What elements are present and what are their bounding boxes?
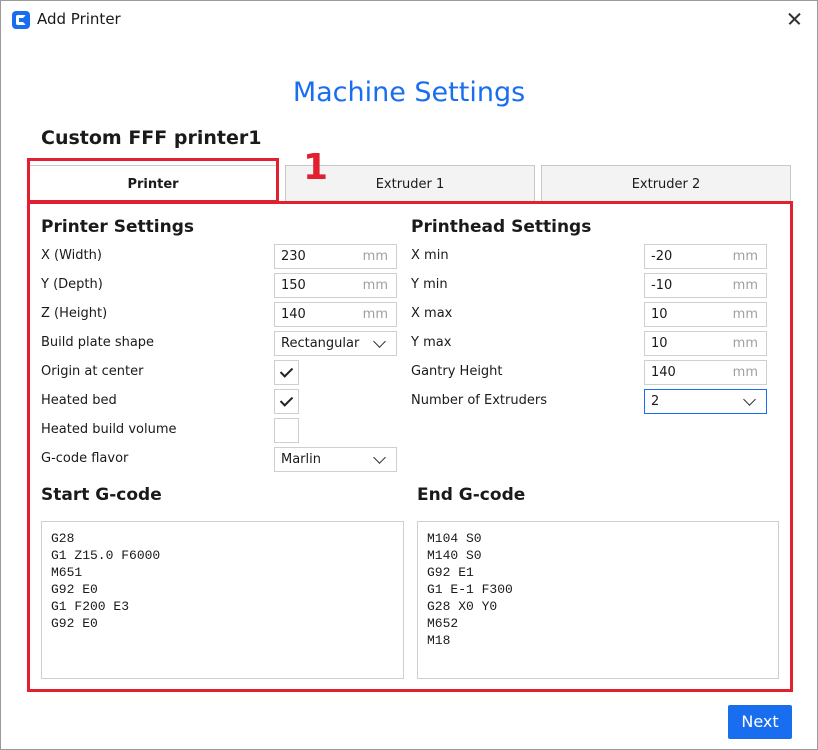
z-height-value: 140 bbox=[281, 307, 306, 322]
heated-bed-checkbox[interactable] bbox=[274, 389, 299, 414]
y-max-value: 10 bbox=[651, 336, 668, 351]
chevron-down-icon bbox=[373, 335, 386, 348]
build-plate-shape-value: Rectangular bbox=[281, 336, 360, 351]
gcode-flavor-select[interactable]: Marlin bbox=[274, 447, 397, 472]
window-title: Add Printer bbox=[37, 10, 121, 28]
printhead-settings-title: Printhead Settings bbox=[411, 217, 592, 237]
z-height-input[interactable]: 140 mm bbox=[274, 302, 397, 327]
x-max-input[interactable]: 10 mm bbox=[644, 302, 767, 327]
checkmark-icon bbox=[279, 393, 294, 407]
x-max-value: 10 bbox=[651, 307, 668, 322]
gantry-height-input[interactable]: 140 mm bbox=[644, 360, 767, 385]
next-button[interactable]: Next bbox=[728, 705, 792, 739]
y-min-label: Y min bbox=[411, 277, 448, 292]
app-logo-icon bbox=[12, 11, 30, 29]
title-bar: Add Printer bbox=[1, 1, 817, 39]
y-max-input[interactable]: 10 mm bbox=[644, 331, 767, 356]
x-max-label: X max bbox=[411, 306, 453, 321]
y-depth-value: 150 bbox=[281, 278, 306, 293]
start-gcode-editor[interactable]: G28 G1 Z15.0 F6000 M651 G92 E0 G1 F200 E… bbox=[41, 521, 404, 679]
end-gcode-title: End G-code bbox=[417, 485, 526, 505]
gcode-flavor-value: Marlin bbox=[281, 452, 321, 467]
number-of-extruders-value: 2 bbox=[651, 394, 660, 409]
y-depth-label: Y (Depth) bbox=[41, 277, 103, 292]
chevron-down-icon bbox=[373, 451, 386, 464]
x-min-value: -20 bbox=[651, 249, 673, 264]
y-depth-input[interactable]: 150 mm bbox=[274, 273, 397, 298]
number-of-extruders-select[interactable]: 2 bbox=[644, 389, 767, 414]
x-max-unit: mm bbox=[732, 307, 758, 322]
chevron-down-icon bbox=[743, 393, 756, 406]
x-width-label: X (Width) bbox=[41, 248, 102, 263]
y-depth-unit: mm bbox=[362, 278, 388, 293]
add-printer-dialog: Add Printer Machine Settings Custom FFF … bbox=[0, 0, 818, 750]
gantry-height-label: Gantry Height bbox=[411, 364, 503, 379]
y-max-label: Y max bbox=[411, 335, 452, 350]
gantry-height-value: 140 bbox=[651, 365, 676, 380]
x-min-label: X min bbox=[411, 248, 449, 263]
page-title: Machine Settings bbox=[292, 77, 526, 108]
tab-extruder-2[interactable]: Extruder 2 bbox=[541, 165, 791, 202]
gantry-height-unit: mm bbox=[732, 365, 758, 380]
origin-at-center-checkbox[interactable] bbox=[274, 360, 299, 385]
gcode-flavor-label: G-code flavor bbox=[41, 451, 129, 466]
callout-number: 1 bbox=[303, 147, 329, 188]
origin-at-center-label: Origin at center bbox=[41, 364, 144, 379]
number-of-extruders-label: Number of Extruders bbox=[411, 393, 547, 408]
heated-bed-label: Heated bed bbox=[41, 393, 117, 408]
printer-settings-title: Printer Settings bbox=[41, 217, 194, 237]
x-min-unit: mm bbox=[732, 249, 758, 264]
heated-build-volume-checkbox[interactable] bbox=[274, 418, 299, 443]
x-width-unit: mm bbox=[362, 249, 388, 264]
z-height-label: Z (Height) bbox=[41, 306, 108, 321]
tab-printer[interactable]: Printer bbox=[29, 165, 277, 202]
start-gcode-title: Start G-code bbox=[41, 485, 162, 505]
z-height-unit: mm bbox=[362, 307, 388, 322]
build-plate-shape-select[interactable]: Rectangular bbox=[274, 331, 397, 356]
y-max-unit: mm bbox=[732, 336, 758, 351]
heated-build-volume-label: Heated build volume bbox=[41, 422, 177, 437]
y-min-unit: mm bbox=[732, 278, 758, 293]
checkmark-icon bbox=[279, 364, 294, 378]
y-min-value: -10 bbox=[651, 278, 673, 293]
x-width-input[interactable]: 230 mm bbox=[274, 244, 397, 269]
build-plate-shape-label: Build plate shape bbox=[41, 335, 155, 350]
end-gcode-editor[interactable]: M104 S0 M140 S0 G92 E1 G1 E-1 F300 G28 X… bbox=[417, 521, 779, 679]
x-min-input[interactable]: -20 mm bbox=[644, 244, 767, 269]
printer-name: Custom FFF printer1 bbox=[41, 127, 262, 149]
close-icon[interactable] bbox=[783, 7, 807, 31]
y-min-input[interactable]: -10 mm bbox=[644, 273, 767, 298]
x-width-value: 230 bbox=[281, 249, 306, 264]
